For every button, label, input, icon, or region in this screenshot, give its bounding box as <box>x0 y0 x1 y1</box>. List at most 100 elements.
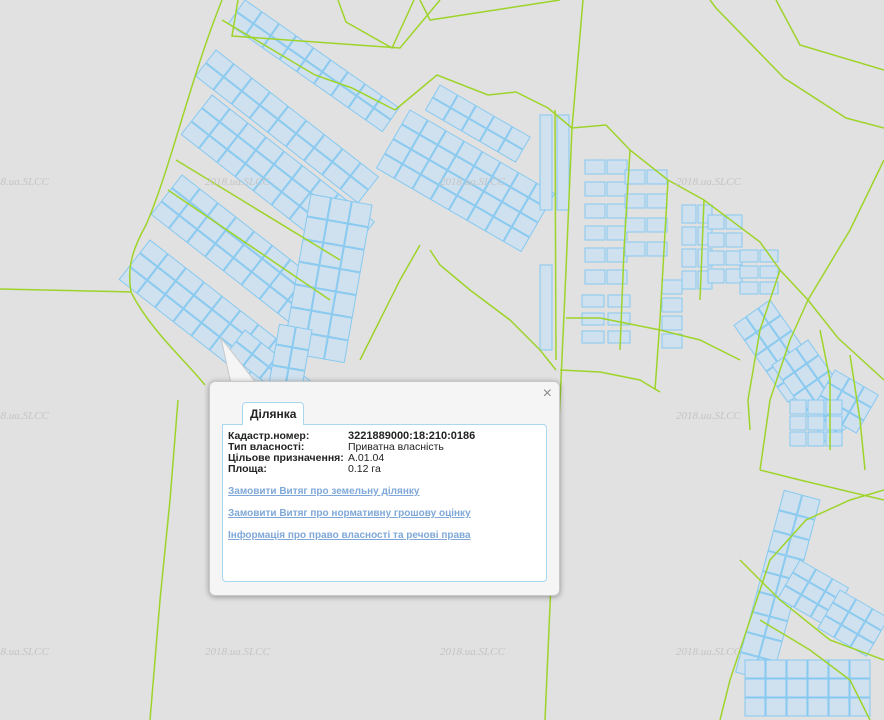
parcel <box>807 399 825 415</box>
parcel <box>661 279 683 295</box>
parcel <box>315 265 340 292</box>
boundary-line <box>775 0 884 71</box>
boundary-line <box>429 249 557 371</box>
watermark-text: 2018.ua.SLCC <box>205 646 270 658</box>
parcel <box>739 265 759 279</box>
attribute-row-area: Площа: 0.12 га <box>228 464 475 475</box>
parcel <box>707 232 725 248</box>
parcel-cluster-right-a <box>584 159 628 285</box>
parcel <box>807 678 829 698</box>
parcel-cluster-right-e <box>739 249 779 295</box>
close-icon[interactable]: × <box>543 386 552 402</box>
parcel <box>624 241 646 257</box>
parcel <box>581 330 605 344</box>
parcel <box>319 242 344 269</box>
parcel-cluster-vertical-low <box>539 264 553 351</box>
area-value: 0.12 га <box>348 463 381 475</box>
parcel <box>786 697 808 717</box>
parcel <box>739 249 759 263</box>
parcel <box>789 431 807 447</box>
parcel <box>347 200 373 228</box>
parcel-info-panel: Кадастр.номер: 3221889000:18:210:0186 Ти… <box>222 424 547 582</box>
parcel <box>584 247 606 263</box>
parcel <box>331 291 357 318</box>
boundary-line <box>554 109 557 361</box>
parcel <box>539 264 553 351</box>
cadastral-map[interactable] <box>0 0 884 720</box>
parcel <box>789 415 807 431</box>
parcel <box>606 269 628 285</box>
attribute-label: Площа: <box>228 463 267 475</box>
watermark-text: 2018.ua.SLCC <box>676 646 741 658</box>
parcel <box>584 225 606 241</box>
boundary-line <box>709 0 884 129</box>
parcel-info-popup: × Ділянка Кадастр.номер: 3221889000:18:2… <box>209 381 560 596</box>
parcel <box>807 431 825 447</box>
parcel <box>624 193 646 209</box>
parcel <box>343 223 369 250</box>
parcel <box>306 193 332 220</box>
parcel <box>292 326 313 351</box>
parcel <box>646 193 668 209</box>
parcel <box>849 678 871 698</box>
parcel <box>807 659 829 679</box>
boundary-line <box>559 369 661 393</box>
parcel <box>539 114 553 211</box>
parcel <box>298 238 324 266</box>
parcel <box>302 216 328 243</box>
parcel <box>681 226 697 246</box>
parcel <box>311 287 336 315</box>
order-valuation-extract-link[interactable]: Замовити Витяг про нормативну грошову оц… <box>228 508 471 519</box>
parcel <box>765 659 787 679</box>
parcel <box>581 312 605 326</box>
tab-parcel[interactable]: Ділянка <box>242 402 305 425</box>
watermark-text: 2018.ua.SLCC <box>0 646 49 658</box>
parcel <box>323 336 349 364</box>
parcel <box>290 284 316 311</box>
parcel <box>765 697 787 717</box>
boundary-line <box>337 0 415 50</box>
parcel <box>849 659 871 679</box>
parcel <box>288 347 309 371</box>
parcel-cluster-bottom-right-d <box>744 659 871 717</box>
parcel <box>744 678 766 698</box>
parcel <box>661 315 683 331</box>
parcel <box>744 659 766 679</box>
parcel <box>681 248 697 268</box>
parcel <box>584 269 606 285</box>
parcel <box>323 219 348 247</box>
parcel <box>707 214 725 230</box>
order-land-extract-link[interactable]: Замовити Витяг про земельну ділянку <box>228 486 419 497</box>
parcel <box>789 399 807 415</box>
parcel <box>581 294 605 308</box>
parcel <box>607 330 631 344</box>
parcel <box>744 697 766 717</box>
parcel-cluster-right-b <box>624 169 668 257</box>
parcel <box>584 181 606 197</box>
parcel <box>786 678 808 698</box>
watermark-text: 2018.ua.SLCC <box>440 176 505 188</box>
parcel <box>607 294 631 308</box>
parcel <box>661 297 683 313</box>
parcel <box>339 246 365 273</box>
watermark-text: 2018.ua.SLCC <box>676 176 741 188</box>
parcel <box>335 268 361 296</box>
parcel <box>606 159 628 175</box>
parcel <box>828 697 850 717</box>
parcel <box>786 659 808 679</box>
watermark-text: 2018.ua.SLCC <box>0 410 49 422</box>
parcel <box>681 204 697 224</box>
popup-pointer <box>220 338 258 384</box>
boundary-line <box>149 399 179 720</box>
parcel-attributes-table: Кадастр.номер: 3221889000:18:210:0186 Ти… <box>228 431 475 475</box>
parcel <box>707 268 725 284</box>
parcel <box>584 159 606 175</box>
ownership-rights-info-link[interactable]: Інформація про право власності та речові… <box>228 530 471 541</box>
watermark-text: 2018.ua.SLCC <box>440 646 505 658</box>
parcel <box>725 232 743 248</box>
watermark-text: 2018.ua.SLCC <box>0 176 49 188</box>
parcel <box>759 249 779 263</box>
parcel <box>759 265 779 279</box>
parcel-cluster-far-right-d <box>789 399 843 447</box>
parcel <box>275 323 296 348</box>
